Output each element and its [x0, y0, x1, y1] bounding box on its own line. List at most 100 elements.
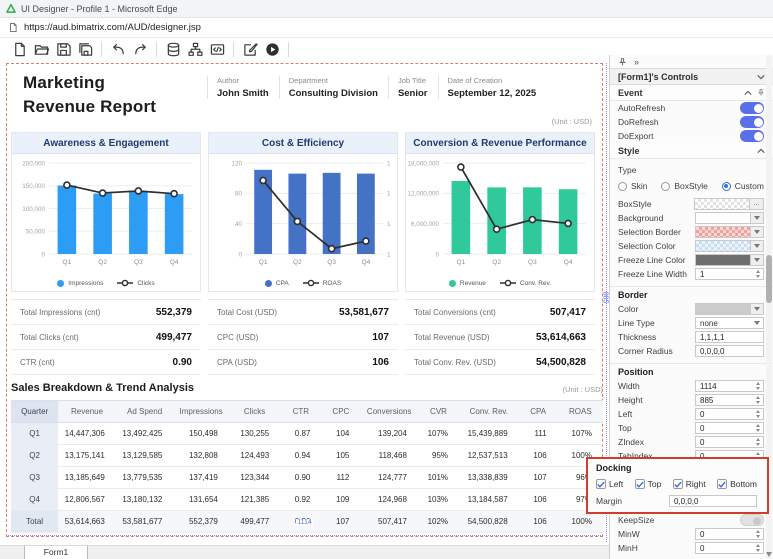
dock-bottom-checkbox[interactable]: Bottom — [717, 479, 757, 489]
stepper-down-icon[interactable] — [756, 275, 760, 278]
radio-skin[interactable]: Skin — [618, 181, 648, 191]
stepper-down-icon[interactable] — [756, 443, 760, 446]
code-editor-button[interactable] — [206, 40, 228, 59]
ellipsis-button[interactable]: ... — [750, 198, 764, 210]
section-header-event[interactable]: Event — [610, 85, 773, 101]
stepper-up-icon[interactable] — [756, 544, 760, 547]
select-box[interactable]: none — [695, 317, 764, 329]
pin-icon[interactable] — [757, 88, 765, 97]
stepper-arrows[interactable] — [756, 410, 760, 418]
open-folder-button[interactable] — [30, 40, 52, 59]
svg-text:12,000,000: 12,000,000 — [407, 191, 439, 198]
dock-top-checkbox[interactable]: Top — [635, 479, 662, 489]
section-header-style[interactable]: Style — [610, 143, 773, 159]
number-stepper[interactable]: 0 — [695, 436, 764, 448]
address-bar[interactable]: https://aud.bimatrix.com/AUD/designer.js… — [0, 18, 773, 38]
database-button[interactable] — [162, 40, 184, 59]
stepper-arrows[interactable] — [756, 544, 760, 552]
hierarchy-button[interactable] — [184, 40, 206, 59]
stepper-up-icon[interactable] — [756, 530, 760, 533]
svg-text:Q2: Q2 — [492, 259, 501, 266]
number-stepper[interactable]: 0 — [695, 408, 764, 420]
color-swatch[interactable] — [695, 212, 751, 224]
stepper-down-icon[interactable] — [756, 429, 760, 432]
url-text[interactable]: https://aud.bimatrix.com/AUD/designer.js… — [24, 22, 201, 33]
stepper-down-icon[interactable] — [756, 401, 760, 404]
stepper-arrows[interactable] — [756, 270, 760, 278]
run-button[interactable] — [261, 40, 283, 59]
save-button[interactable] — [52, 40, 74, 59]
stepper-up-icon[interactable] — [756, 270, 760, 273]
dropdown-button[interactable] — [751, 254, 764, 266]
stepper-up-icon[interactable] — [756, 424, 760, 427]
autorefresh-toggle[interactable] — [740, 102, 764, 114]
stepper-up-icon[interactable] — [756, 396, 760, 399]
toggle-switch[interactable] — [740, 514, 764, 526]
dropdown-button[interactable] — [751, 303, 764, 315]
stepper-arrows[interactable] — [756, 382, 760, 390]
checkbox[interactable] — [717, 479, 727, 489]
form-width-indicator: 1114 — [295, 519, 314, 526]
stepper-arrows[interactable] — [756, 438, 760, 446]
table-row: Q412,806,56713,180,132131,654121,3850.92… — [11, 489, 603, 511]
table-cell: 13,338,839 — [459, 467, 519, 489]
dropdown-button[interactable] — [751, 212, 764, 224]
stepper-arrows[interactable] — [756, 424, 760, 432]
radio-custom[interactable]: Custom — [722, 181, 764, 191]
dropdown-button[interactable] — [751, 226, 764, 238]
radio-circle[interactable] — [661, 182, 670, 191]
color-swatch[interactable] — [695, 226, 751, 238]
meta-item: AuthorJohn Smith — [207, 76, 279, 99]
text-input[interactable]: 0,0,0,0 — [695, 345, 764, 357]
table-cell: 53,581,677 — [116, 511, 174, 533]
pin-icon[interactable] — [618, 57, 627, 67]
checkbox[interactable] — [673, 479, 683, 489]
text-input[interactable]: 1,1,1,1 — [695, 331, 764, 343]
radio-boxstyle[interactable]: BoxStyle — [661, 181, 708, 191]
stepper-up-icon[interactable] — [756, 452, 760, 455]
scrollbar-down-arrow[interactable] — [766, 552, 772, 557]
stepper-up-icon[interactable] — [756, 410, 760, 413]
panel-header[interactable]: [Form1]'s Controls — [610, 68, 773, 85]
doexport-toggle[interactable] — [740, 130, 764, 142]
scrollbar-thumb[interactable] — [766, 255, 772, 303]
number-stepper[interactable]: 0 — [695, 528, 764, 540]
number-stepper[interactable]: 0 — [695, 542, 764, 554]
dorefresh-toggle[interactable] — [740, 116, 764, 128]
number-stepper[interactable]: 1 — [695, 268, 764, 280]
margin-input[interactable]: 0,0,0,0 — [669, 495, 757, 507]
stepper-arrows[interactable] — [756, 396, 760, 404]
collapse-panel-button[interactable]: » — [634, 57, 640, 67]
number-stepper[interactable]: 0 — [695, 422, 764, 434]
new-document-icon — [12, 42, 27, 57]
radio-circle[interactable] — [722, 182, 731, 191]
new-document-button[interactable] — [8, 40, 30, 59]
number-stepper[interactable]: 885 — [695, 394, 764, 406]
dropdown-button[interactable] — [751, 240, 764, 252]
dock-right-checkbox[interactable]: Right — [673, 479, 706, 489]
stepper-arrows[interactable] — [756, 530, 760, 538]
stepper-down-icon[interactable] — [756, 415, 760, 418]
color-swatch[interactable] — [694, 198, 750, 210]
checkbox[interactable] — [635, 479, 645, 489]
color-swatch[interactable] — [695, 254, 751, 266]
stepper-down-icon[interactable] — [756, 535, 760, 538]
save-all-button[interactable] — [74, 40, 96, 59]
stat-row: CPC (USD)107 — [208, 325, 398, 350]
dock-left-checkbox[interactable]: Left — [596, 479, 623, 489]
compose-button[interactable] — [239, 40, 261, 59]
redo-button[interactable] — [129, 40, 151, 59]
stepper-up-icon[interactable] — [756, 438, 760, 441]
stepper-down-icon[interactable] — [756, 549, 760, 552]
stepper-up-icon[interactable] — [756, 382, 760, 385]
color-swatch[interactable] — [695, 303, 751, 315]
stepper-down-icon[interactable] — [756, 387, 760, 390]
bottom-row: MinH0 — [610, 541, 773, 555]
report-form-canvas[interactable]: Marketing Revenue Report AuthorJohn Smit… — [6, 63, 603, 537]
radio-circle[interactable] — [618, 182, 627, 191]
color-swatch[interactable] — [695, 240, 751, 252]
form1-tab[interactable]: Form1 — [24, 546, 88, 559]
undo-button[interactable] — [107, 40, 129, 59]
checkbox[interactable] — [596, 479, 606, 489]
number-stepper[interactable]: 1114 — [695, 380, 764, 392]
